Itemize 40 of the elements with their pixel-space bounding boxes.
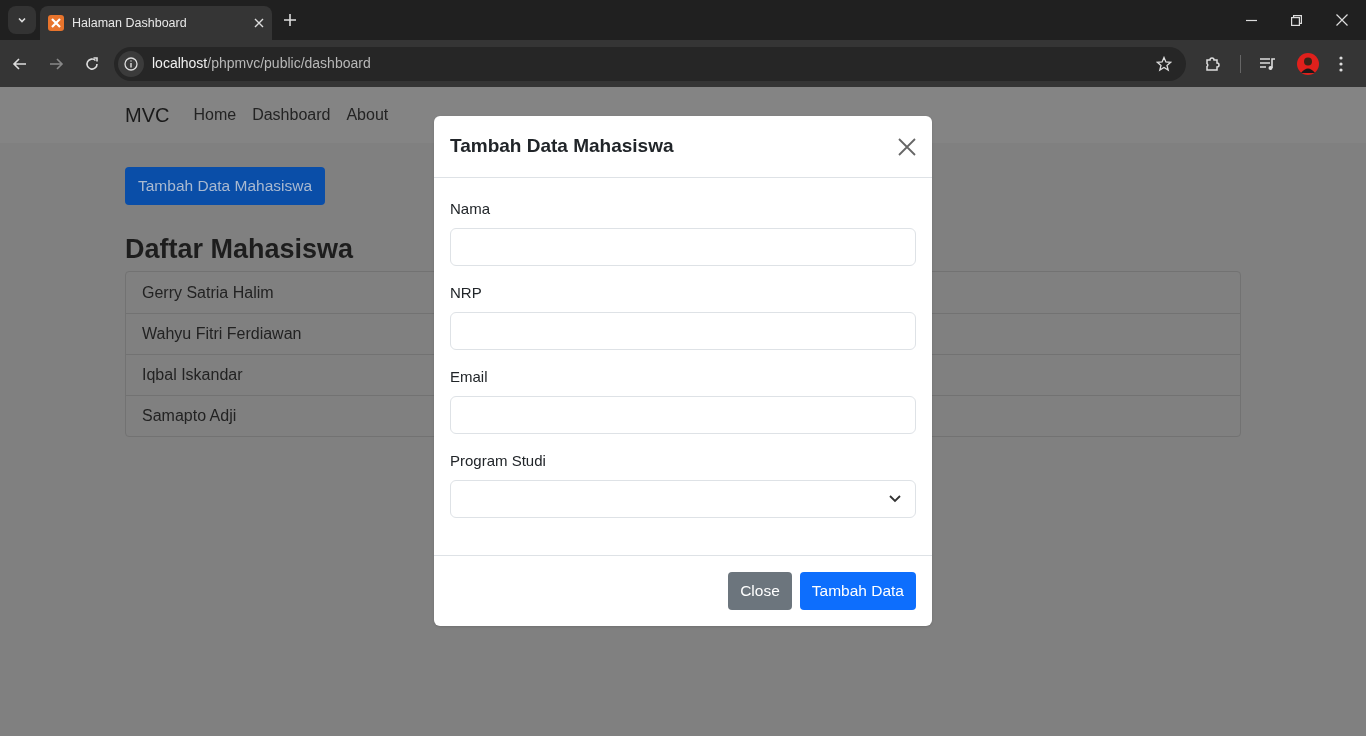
list-item: Samapto Adji [142,406,237,426]
nav-link[interactable]: Dashboard [252,103,331,127]
puzzle-icon[interactable] [1204,54,1222,73]
close-icon[interactable] [898,137,916,156]
address-bar[interactable]: localhost/phpmvc/public/dashboard [114,46,1186,81]
field-label: Email [450,367,489,387]
list-heading: Daftar Mahasiswa [125,233,354,266]
menu-icon[interactable] [1339,55,1343,72]
list-item: Wahyu Fitri Ferdiawan [142,324,302,344]
star-icon[interactable] [1156,55,1172,72]
new-tab-icon[interactable] [284,14,296,26]
chevron-down-icon [17,15,27,25]
media-queue-icon[interactable] [1259,55,1277,72]
chevron-down-icon [889,495,901,503]
back-arrow-icon[interactable] [12,55,28,72]
url-text: localhost/phpmvc/public/dashboard [152,54,372,73]
forward-arrow-icon[interactable] [48,55,64,72]
reload-icon[interactable] [84,55,100,72]
tab-title: Halaman Dashboard [72,14,188,32]
field-label: NRP [450,283,483,303]
select-field[interactable] [450,480,916,518]
restore-icon[interactable] [1291,14,1302,26]
input-field[interactable] [450,312,916,350]
close-button[interactable]: Close [728,572,792,610]
profile-avatar-icon[interactable] [1297,52,1319,75]
input-field[interactable] [450,396,916,434]
list-item: Gerry Satria Halim [142,282,274,303]
modal-title: Tambah Data Mahasiswa [450,134,674,159]
nav-link[interactable]: Home [193,103,237,127]
submit-button[interactable]: Tambah Data [799,572,916,610]
field-label: Nama [450,199,491,219]
list-item: Iqbal Iskandar [142,365,243,385]
info-icon[interactable] [124,56,138,71]
field-label: Program Studi [450,451,547,471]
nav-link[interactable]: About [346,103,389,127]
browser-tab[interactable]: Halaman Dashboard [40,6,272,40]
brand-link[interactable]: MVC [125,100,170,130]
tab-favicon-icon [48,15,64,31]
add-student-button[interactable]: Tambah Data Mahasiswa [125,167,326,205]
input-field[interactable] [450,228,916,266]
